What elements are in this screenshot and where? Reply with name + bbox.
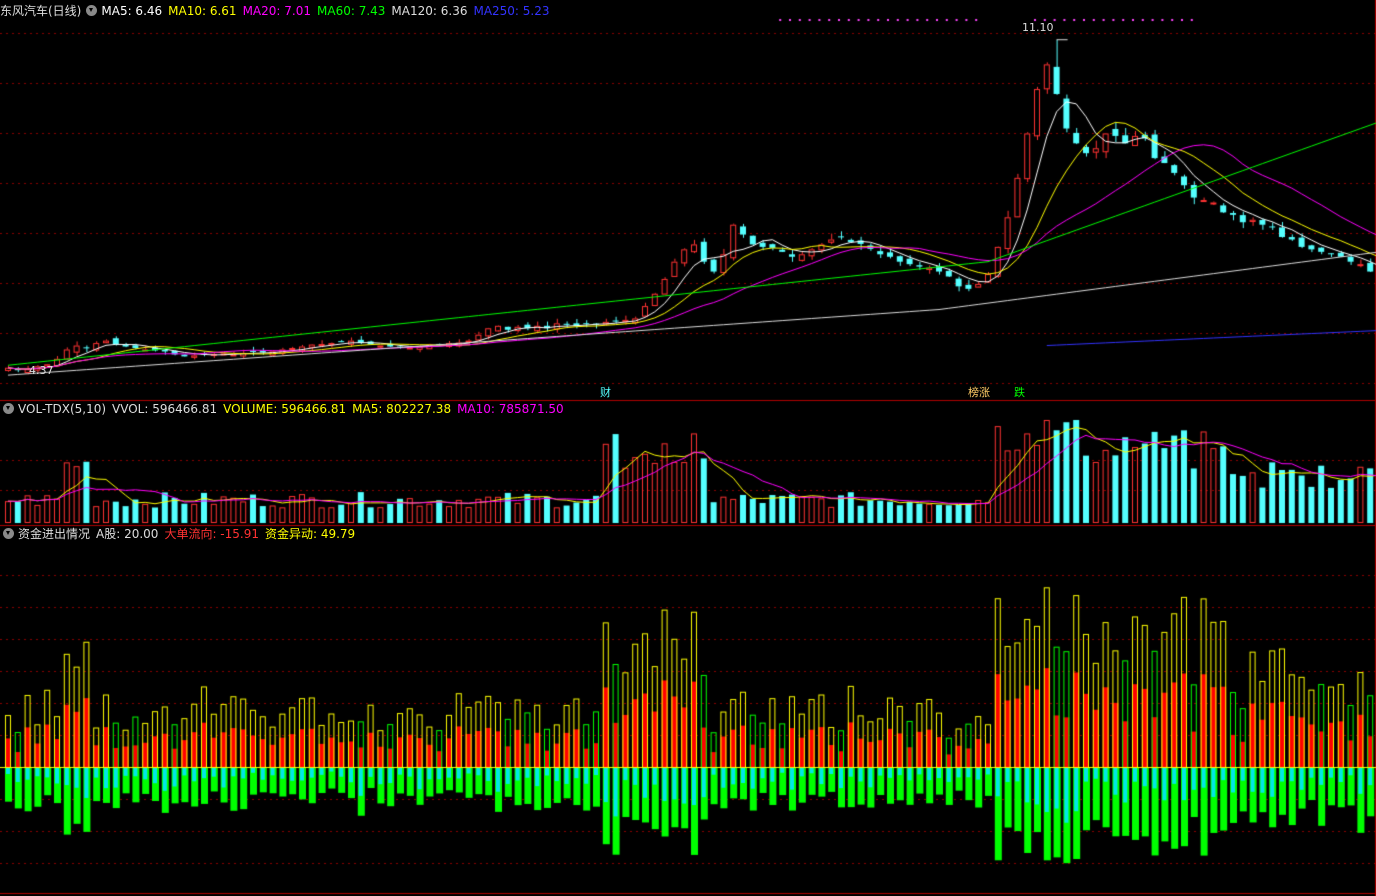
low-price-label: 4.37: [29, 364, 54, 377]
event-tag-rank-up[interactable]: 榜涨: [966, 386, 992, 399]
fund-label-0: 资金进出情况: [18, 527, 91, 541]
fund-panel-header: 资金进出情况 A股: 20.00 大单流向: -15.91 资金异动: 49.79: [0, 526, 367, 542]
volume-label-0: VOL-TDX(5,10): [18, 402, 107, 416]
high-price-label: 11.10: [1022, 21, 1054, 34]
ma-legend: MA5: 6.46 MA10: 6.61 MA20: 7.01 MA60: 7.43 M…: [101, 4, 555, 18]
price-panel-header: 东风汽车(日线) MA5: 6.46 MA10: 6.61 MA20: 7.01 MA6…: [0, 3, 562, 19]
volume-panel-header: VOL-TDX(5,10) VVOL: 596466.81 VOLUME: 5964…: [0, 401, 576, 417]
ma-label-2: MA20: 7.01: [242, 4, 311, 18]
ma-label-3: MA60: 7.43: [317, 4, 386, 18]
chevron-down-icon[interactable]: [3, 403, 14, 414]
volume-label-2: VOLUME: 596466.81: [223, 402, 347, 416]
volume-label-3: MA5: 802227.38: [352, 402, 452, 416]
fund-label-1: A股: 20.00: [96, 527, 159, 541]
event-tag-down[interactable]: 跌: [1012, 386, 1027, 399]
event-tag-finance[interactable]: 财: [598, 386, 613, 399]
volume-label-1: VVOL: 596466.81: [112, 402, 218, 416]
volume-legend: VOL-TDX(5,10) VVOL: 596466.81 VOLUME: 5964…: [18, 402, 570, 416]
ma-label-1: MA10: 6.61: [168, 4, 237, 18]
fund-legend: 资金进出情况 A股: 20.00 大单流向: -15.91 资金异动: 49.79: [18, 527, 361, 541]
chevron-down-icon[interactable]: [3, 528, 14, 539]
volume-label-4: MA10: 785871.50: [457, 402, 564, 416]
ma-label-4: MA120: 6.36: [391, 4, 468, 18]
stock-title: 东风汽车(日线): [0, 4, 82, 18]
ma-label-5: MA250: 5.23: [473, 4, 550, 18]
chevron-down-icon[interactable]: [86, 5, 98, 16]
chart-canvas: [0, 0, 1376, 896]
fund-label-2: 大单流向: -15.91: [164, 527, 259, 541]
fund-label-3: 资金异动: 49.79: [264, 527, 356, 541]
ma-label-0: MA5: 6.46: [101, 4, 163, 18]
